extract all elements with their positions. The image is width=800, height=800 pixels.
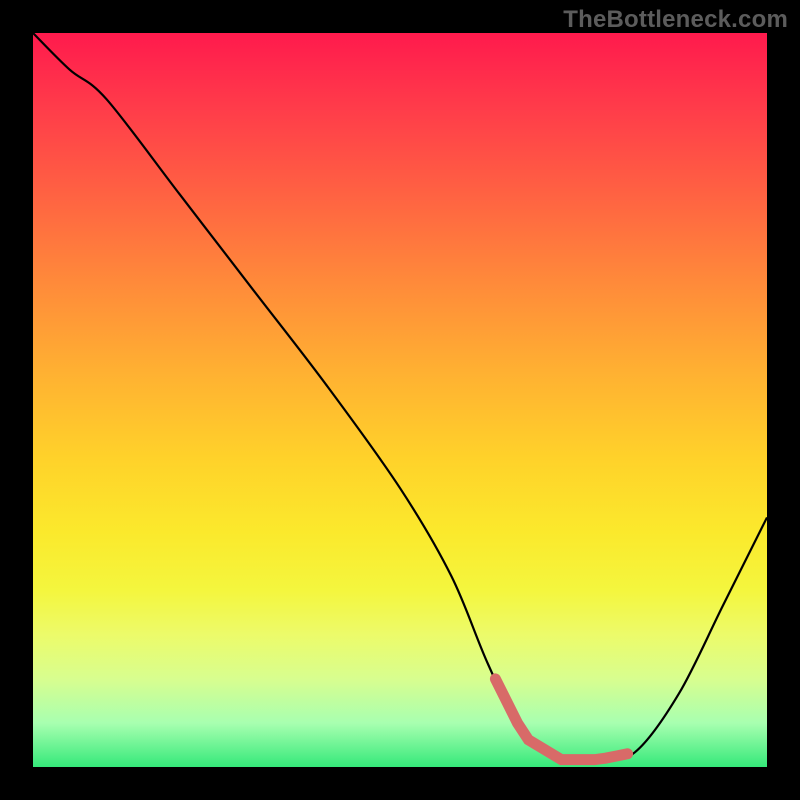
chart-frame: TheBottleneck.com — [0, 0, 800, 800]
flat-region-highlight — [495, 679, 627, 760]
chart-plot-area — [33, 33, 767, 767]
bottleneck-curve-line — [33, 33, 767, 762]
watermark-text: TheBottleneck.com — [563, 6, 788, 34]
chart-svg — [33, 33, 767, 767]
